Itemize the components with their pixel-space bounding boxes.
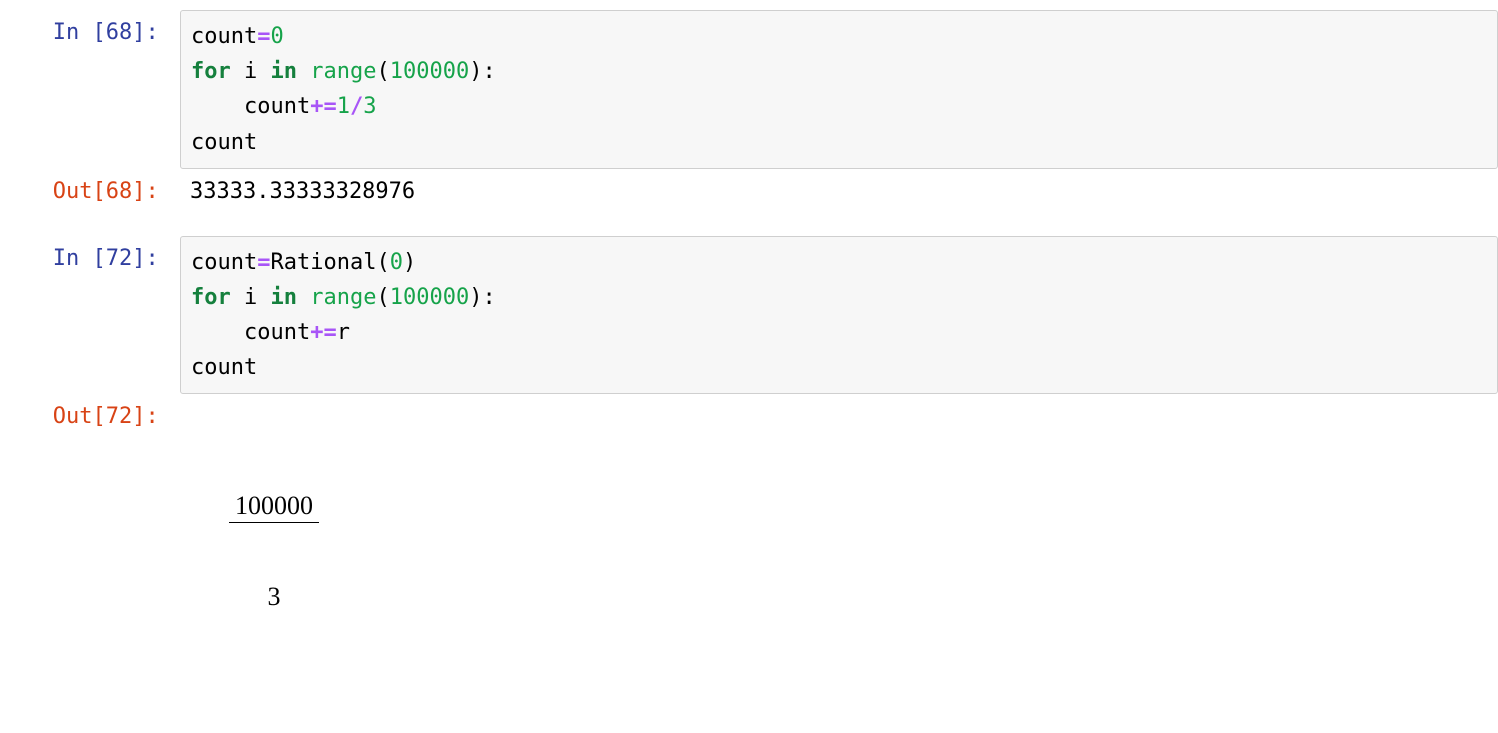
code-token: += [310,320,337,345]
code-token: count [191,24,257,49]
code-token [231,59,244,84]
code-token [257,285,270,310]
fraction: 100000 3 [229,435,319,669]
code-token [191,320,244,345]
code-token: in [271,285,298,310]
code-token: range [310,285,376,310]
code-token [257,59,270,84]
code-token: count [191,355,257,380]
output-latex: 100000 3 [180,394,1498,715]
code-token: in [271,59,298,84]
fraction-denominator: 3 [229,581,319,612]
code-token: for [191,285,231,310]
code-token: ) [403,250,416,275]
input-prompt: In [68]: [0,10,180,49]
code-token: = [257,24,270,49]
code-token [297,285,310,310]
code-token: ) [469,285,482,310]
code-token: ( [376,285,389,310]
code-token: i [244,285,257,310]
fraction-numerator: 100000 [229,492,319,524]
code-token: count [191,250,257,275]
output-prompt: Out[72]: [0,394,180,433]
code-token: ( [376,59,389,84]
code-token: range [310,59,376,84]
code-token: 1 [337,94,350,119]
code-token: : [482,285,495,310]
notebook-cell: In [72]: count=Rational(0) for i in rang… [0,236,1498,715]
code-token: Rational [270,250,376,275]
output-text: 33333.33333328976 [180,169,1498,228]
code-token: count [191,130,257,155]
code-token: ) [469,59,482,84]
output-prompt: Out[68]: [0,169,180,208]
input-row: In [72]: count=Rational(0) for i in rang… [0,236,1498,395]
code-token: 0 [270,24,283,49]
output-row: Out[72]: 100000 3 [0,394,1498,715]
code-token: count [244,94,310,119]
code-token: : [482,59,495,84]
output-row: Out[68]: 33333.33333328976 [0,169,1498,228]
input-row: In [68]: count=0 for i in range(100000):… [0,10,1498,169]
code-token [191,94,244,119]
code-input[interactable]: count=0 for i in range(100000): count+=1… [180,10,1498,169]
code-token: 0 [390,250,403,275]
code-token: 100000 [390,59,469,84]
code-token: / [350,94,363,119]
code-token: 3 [363,94,376,119]
input-prompt: In [72]: [0,236,180,275]
code-token [231,285,244,310]
code-token: += [310,94,337,119]
code-token: = [257,250,270,275]
code-token: i [244,59,257,84]
code-token: count [244,320,310,345]
code-input[interactable]: count=Rational(0) for i in range(100000)… [180,236,1498,395]
notebook-cell: In [68]: count=0 for i in range(100000):… [0,10,1498,228]
code-token: r [337,320,350,345]
code-token [297,59,310,84]
code-token: 100000 [390,285,469,310]
code-token: ( [376,250,389,275]
code-token: for [191,59,231,84]
